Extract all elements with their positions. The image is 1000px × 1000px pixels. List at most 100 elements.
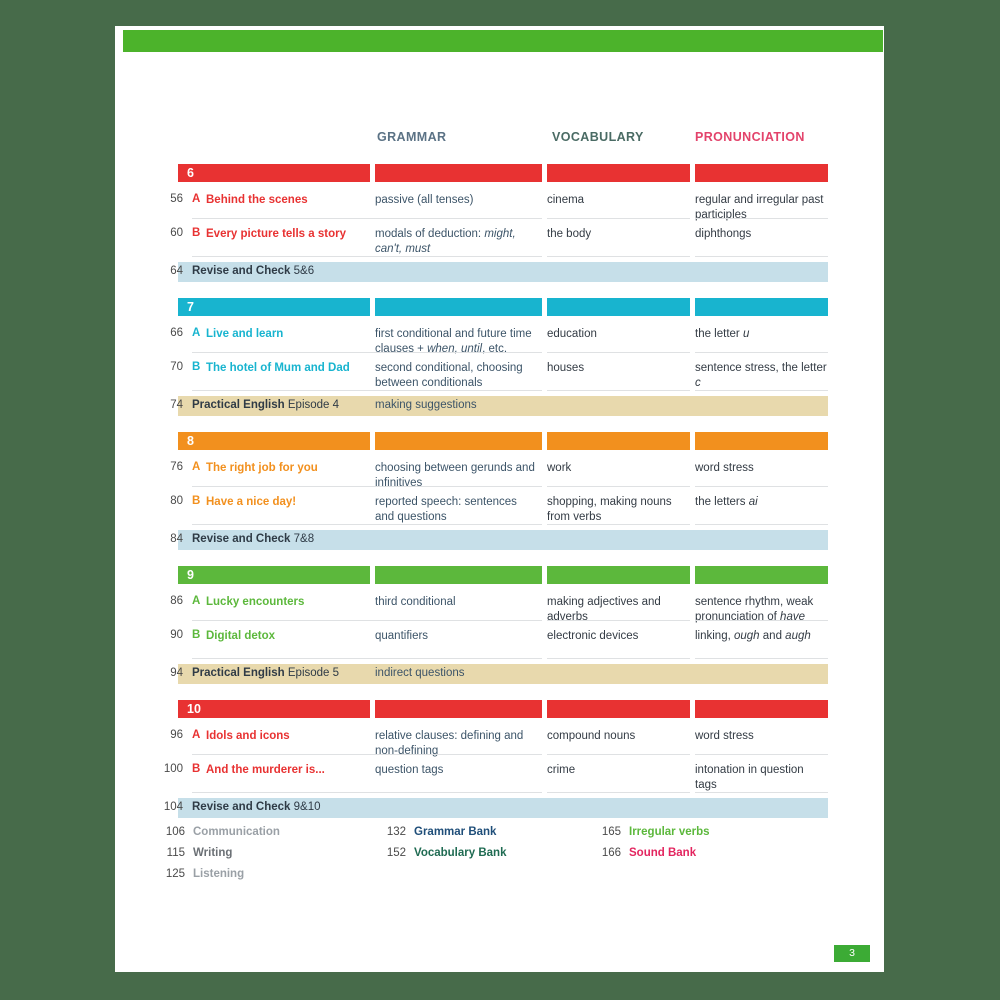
page-number-badge: 3 [834,945,870,962]
row-divider [192,390,376,391]
unit-bar-segment [178,298,370,316]
row-divider [375,620,542,621]
row-divider [695,390,828,391]
lesson-title[interactable]: Digital detox [206,629,376,643]
unit-color-bar: 10 [115,700,884,718]
lesson-title[interactable]: And the murderer is... [206,763,376,777]
lesson-title[interactable]: The hotel of Mum and Dad [206,361,376,375]
unit-bar-segment [695,432,828,450]
row-divider [695,486,828,487]
lesson-grammar: reported speech: sentences and questions [375,496,517,523]
lesson-grammar: passive (all tenses) [375,194,474,206]
unit-number: 9 [187,568,194,582]
lesson-pronunciation: word stress [695,730,754,742]
lesson-vocabulary: crime [547,764,576,776]
footer-label: Vocabulary Bank [414,847,507,859]
revise-and-check-row[interactable]: 104 Revise and Check 9&10 [115,798,884,818]
row-divider [192,658,376,659]
row-divider [192,792,376,793]
unit-block: 8 76 A The right job for you choosing betwee… [115,432,884,552]
lesson-title[interactable]: Have a nice day! [206,495,376,509]
row-divider [547,620,690,621]
lesson-title[interactable]: Every picture tells a story [206,227,376,241]
page-top-bar [123,30,883,52]
banner-label: Revise and Check 7&8 [192,533,315,545]
unit-bar-segment [547,164,690,182]
lesson-title[interactable]: Live and learn [206,327,376,341]
unit-color-bar: 7 [115,298,884,316]
lesson-pronunciation: the letters ai [695,496,758,508]
lesson-vocabulary: work [547,462,572,474]
lesson-row[interactable]: 100 B And the murderer is... question tags c… [115,758,884,796]
unit-block: 10 96 A Idols and icons relative clauses: de… [115,700,884,820]
footer-page-number: 125 [165,868,185,880]
lesson-grammar: quantifiers [375,630,429,642]
row-divider [547,524,690,525]
footer-label: Sound Bank [629,847,697,859]
row-divider [547,754,690,755]
row-divider [192,352,376,353]
row-divider [695,658,828,659]
row-divider [695,524,828,525]
unit-bar-segment [695,566,828,584]
unit-bar-segment [547,298,690,316]
lesson-row[interactable]: 60 B Every picture tells a story modals of … [115,222,884,260]
row-divider [192,754,376,755]
banner-label: Practical English Episode 5 [192,667,340,679]
unit-bar-segment [178,432,370,450]
lesson-row[interactable]: 90 B Digital detox quantifiers electronic de… [115,624,884,662]
row-divider [547,792,690,793]
lesson-pronunciation: word stress [695,462,754,474]
lesson-row[interactable]: 86 A Lucky encounters third conditional maki… [115,590,884,628]
lesson-page-number: 90 [170,629,183,641]
row-divider [547,256,690,257]
row-divider [547,218,690,219]
unit-number: 10 [187,702,201,716]
column-header-vocabulary: VOCABULARY [552,130,644,144]
lesson-title[interactable]: Lucky encounters [206,595,376,609]
banner-extra-text: making suggestions [375,399,477,411]
footer-label: Writing [193,847,233,859]
unit-bar-segment [375,432,542,450]
lesson-page-number: 96 [170,729,183,741]
row-divider [695,352,828,353]
practical-english-row[interactable]: 94 Practical English Episode 5 indirect qu… [115,664,884,684]
unit-number: 7 [187,300,194,314]
lesson-letter: A [192,595,201,607]
lesson-row[interactable]: 66 A Live and learn first conditional and f… [115,322,884,360]
lesson-grammar: question tags [375,764,444,776]
lesson-row[interactable]: 80 B Have a nice day! reported speech: sent… [115,490,884,528]
row-divider [192,620,376,621]
unit-bar-segment [375,164,542,182]
unit-bar-segment [695,164,828,182]
row-divider [695,218,828,219]
row-divider [695,256,828,257]
lesson-page-number: 76 [170,461,183,473]
lesson-page-number: 60 [170,227,183,239]
row-divider [547,390,690,391]
footer-page-number: 132 [386,826,406,838]
lesson-grammar: second conditional, choosing between con… [375,362,523,389]
unit-bar-segment [178,164,370,182]
lesson-row[interactable]: 56 A Behind the scenes passive (all tenses)… [115,188,884,226]
lesson-title[interactable]: The right job for you [206,461,376,475]
lesson-row[interactable]: 76 A The right job for you choosing between… [115,456,884,494]
row-divider [547,352,690,353]
row-divider [375,256,542,257]
revise-and-check-row[interactable]: 84 Revise and Check 7&8 [115,530,884,550]
practical-english-row[interactable]: 74 Practical English Episode 4 making sugg… [115,396,884,416]
lesson-grammar: modals of deduction: might, can't, must [375,228,516,255]
lesson-title[interactable]: Idols and icons [206,729,376,743]
unit-bar-segment [178,566,370,584]
lesson-row[interactable]: 70 B The hotel of Mum and Dad second condit… [115,356,884,394]
footer-page-number: 106 [165,826,185,838]
lesson-pronunciation: intonation in question tags [695,764,804,791]
lesson-letter: A [192,327,201,339]
unit-bar-segment [178,700,370,718]
banner-page-number: 84 [170,533,183,545]
footer-label: Communication [193,826,280,838]
revise-and-check-row[interactable]: 64 Revise and Check 5&6 [115,262,884,282]
lesson-row[interactable]: 96 A Idols and icons relative clauses: defi… [115,724,884,762]
lesson-title[interactable]: Behind the scenes [206,193,376,207]
lesson-pronunciation: linking, ough and augh [695,630,811,642]
